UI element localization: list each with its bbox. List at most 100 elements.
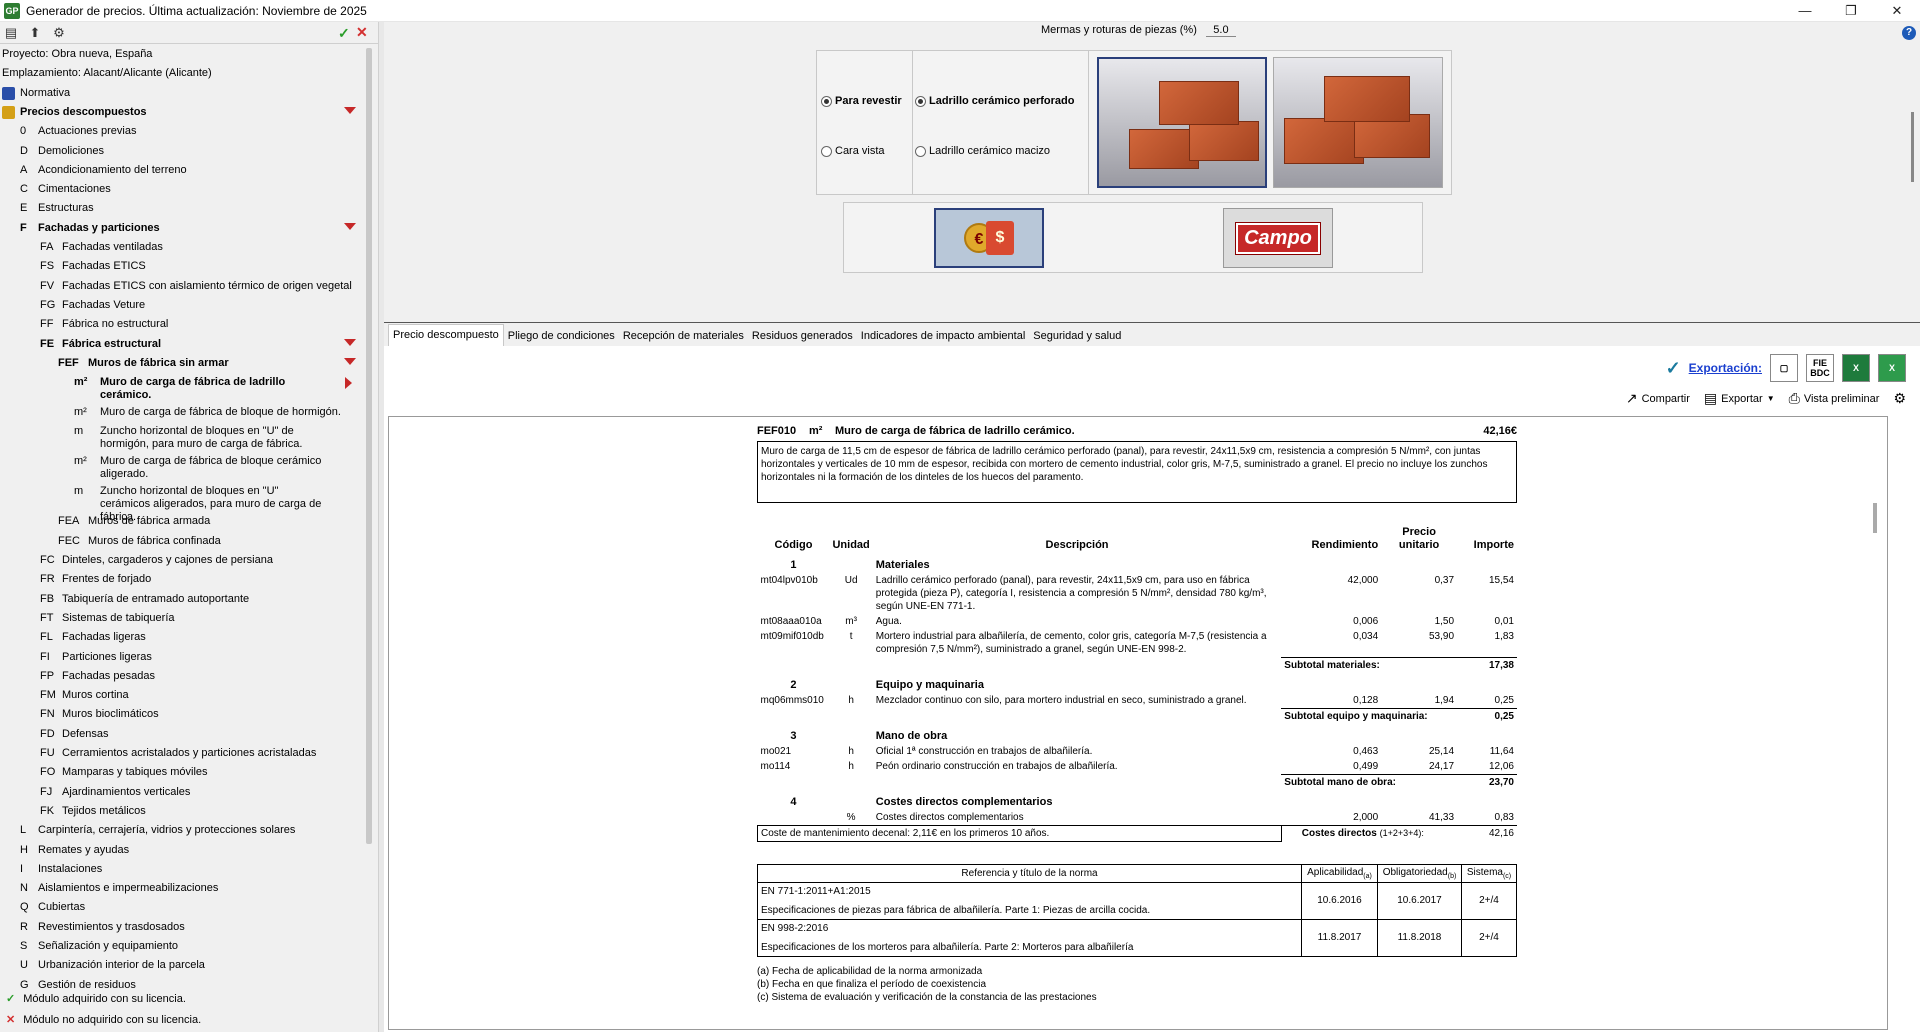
excel-export-icon[interactable]: X [1878,354,1906,382]
tree-item[interactable]: FC Dinteles, cargaderos y cajones de pers… [0,554,362,567]
preview-button[interactable]: ⎙ Vista preliminar [1789,390,1880,407]
tree-item[interactable]: R Revestimientos y trasdosados [0,921,362,934]
tree-item[interactable]: Precios descompuestos [0,105,362,119]
excel-icon[interactable]: X [1842,354,1870,382]
tab-4[interactable]: Indicadores de impacto ambiental [857,325,1029,346]
tree-item[interactable]: E Estructuras [0,202,362,215]
merma-input[interactable]: 5.0 [1205,24,1236,37]
tree-item[interactable]: m² Muro de carga de fábrica de ladrillo c… [0,376,362,402]
tree-item[interactable]: FL Fachadas ligeras [0,631,362,644]
list-icon[interactable]: ▤ [3,25,19,41]
tree-item[interactable]: Normativa [0,86,362,100]
tree-item[interactable]: FO Mamparas y tabiques móviles [0,766,362,779]
tree-item-code: FR [40,573,55,586]
maximize-icon[interactable]: ❐ [1828,0,1874,22]
tree-item[interactable]: FB Tabiquería de entramado autoportante [0,593,362,606]
cell-unit: % [846,811,856,823]
norm-sist: 2+/4 [1460,881,1518,920]
chevron-right-icon[interactable] [345,377,352,390]
tree-item[interactable]: FK Tejidos metálicos [0,805,362,818]
tab-1[interactable]: Pliego de condiciones [504,325,619,346]
tree-item[interactable]: G Gestión de residuos [0,979,362,992]
tree-item[interactable]: FG Fachadas Veture [0,299,362,312]
tree-item-label: Normativa [20,86,71,99]
tree-item[interactable]: m² Muro de carga de fábrica de bloque de … [0,406,362,419]
tree-item[interactable]: FF Fábrica no estructural [0,318,362,331]
tree-item[interactable]: L Carpintería, cerrajería, vidrios y prot… [0,824,362,837]
document-export-icon[interactable]: ▢ [1770,354,1798,382]
tree-item[interactable]: FM Muros cortina [0,689,362,702]
tree-item[interactable]: FD Defensas [0,728,362,741]
tree-item[interactable]: m² Muro de carga de fábrica de bloque cer… [0,455,362,481]
tree-item[interactable]: N Aislamientos e impermeabilizaciones [0,882,362,895]
tree-item[interactable]: FI Particiones ligeras [0,651,362,664]
tab-3[interactable]: Residuos generados [748,325,857,346]
tree-item[interactable]: U Urbanización interior de la parcela [0,959,362,972]
tree-item[interactable]: FT Sistemas de tabiquería [0,612,362,625]
tree-item[interactable]: m Zuncho horizontal de bloques en "U" de … [0,425,362,451]
chevron-down-icon[interactable] [344,357,356,365]
price-button[interactable]: € $ [934,208,1044,268]
tab-0[interactable]: Precio descompuesto [388,324,504,346]
chevron-down-icon[interactable] [344,106,356,114]
tree-item[interactable]: m Zuncho horizontal de bloques en "U" cer… [0,485,362,523]
section-title: Costes directos complementarios [875,795,1053,808]
tree-item[interactable]: Emplazamiento: Alacant/Alicante (Alicant… [0,67,362,80]
tree-item[interactable]: FEA Muros de fábrica armada [0,515,362,528]
tab-5[interactable]: Seguridad y salud [1029,325,1125,346]
up-icon[interactable]: ⬆ [27,25,43,41]
tree-item[interactable]: FR Frentes de forjado [0,573,362,586]
tree-item[interactable]: D Demoliciones [0,145,362,158]
binoculars-icon[interactable]: ⚙ [51,25,67,41]
export-link[interactable]: Exportación: [1689,361,1762,375]
accept-icon[interactable]: ✓ [338,25,350,42]
tree-item[interactable]: FU Cerramientos acristalados y particione… [0,747,362,760]
export-button[interactable]: ▤ Exportar ▼ [1704,390,1775,407]
chevron-down-icon[interactable] [344,222,356,230]
tree-item[interactable]: FJ Ajardinamientos verticales [0,786,362,799]
close-icon[interactable]: ✕ [1874,0,1920,22]
tree-item[interactable]: I Instalaciones [0,863,362,876]
config-scrollbar[interactable] [1911,112,1914,182]
tree-item[interactable]: FE Fábrica estructural [0,338,362,351]
tree-item[interactable]: FN Muros bioclimáticos [0,708,362,721]
table-row: mq06mms010 h Mezclador continuo con silo, … [758,693,1518,709]
tree-item[interactable]: C Cimentaciones [0,183,362,196]
tree-item[interactable]: FV Fachadas ETICS con aislamiento térmico… [0,280,362,293]
tree-item[interactable]: FS Fachadas ETICS [0,260,362,273]
cancel-icon[interactable]: ✕ [356,24,368,41]
document-scrollbar[interactable] [1873,503,1877,533]
norms-header-ref-label: Referencia y título de la norma [961,867,1098,879]
share-button[interactable]: ↗ Compartir [1626,390,1690,407]
brick-macizo-image[interactable] [1273,57,1443,188]
norm-row: EN 771-1:2011+A1:2015 Especificaciones de… [756,881,1518,920]
tree-item[interactable]: Proyecto: Obra nueva, España [0,48,362,61]
tree-item[interactable]: Q Cubiertas [0,901,362,914]
chevron-down-icon[interactable] [344,338,356,346]
brick-perforado-image[interactable] [1097,57,1267,188]
minimize-icon[interactable]: — [1782,0,1828,22]
tree-item[interactable]: FEC Muros de fábrica confinada [0,535,362,548]
tree-item-label: Muros de fábrica armada [88,515,211,528]
campo-button[interactable]: Campo [1223,208,1333,268]
help-icon[interactable]: ? [1902,26,1916,40]
radio-ladrillo-perforado[interactable]: Ladrillo cerámico perforado [915,95,1074,107]
share-icon: ↗ [1625,390,1638,406]
radio-ladrillo-macizo[interactable]: Ladrillo cerámico macizo [915,145,1050,157]
radio-para-revestir[interactable]: Para revestir [821,95,902,107]
tree-item[interactable]: S Señalización y equipamiento [0,940,362,953]
tree-item[interactable]: FEF Muros de fábrica sin armar [0,357,362,370]
radio-cara-vista[interactable]: Cara vista [821,145,885,157]
settings-button[interactable]: ⚙ [1893,390,1906,407]
tab-2[interactable]: Recepción de materiales [619,325,748,346]
tree-scrollbar[interactable] [366,48,372,844]
tree-item[interactable]: FA Fachadas ventiladas [0,241,362,254]
tree-item[interactable]: H Remates y ayudas [0,844,362,857]
norm-row: EN 998-2:2016 Especificaciones de los mor… [756,918,1518,957]
fie-bdc-icon[interactable]: FIE BDC [1806,354,1834,382]
subtotal-value: 17,38 [1457,656,1517,673]
tree-item[interactable]: F Fachadas y particiones [0,222,362,235]
tree-item[interactable]: A Acondicionamiento del terreno [0,164,362,177]
tree-item[interactable]: 0 Actuaciones previas [0,125,362,138]
tree-item[interactable]: FP Fachadas pesadas [0,670,362,683]
